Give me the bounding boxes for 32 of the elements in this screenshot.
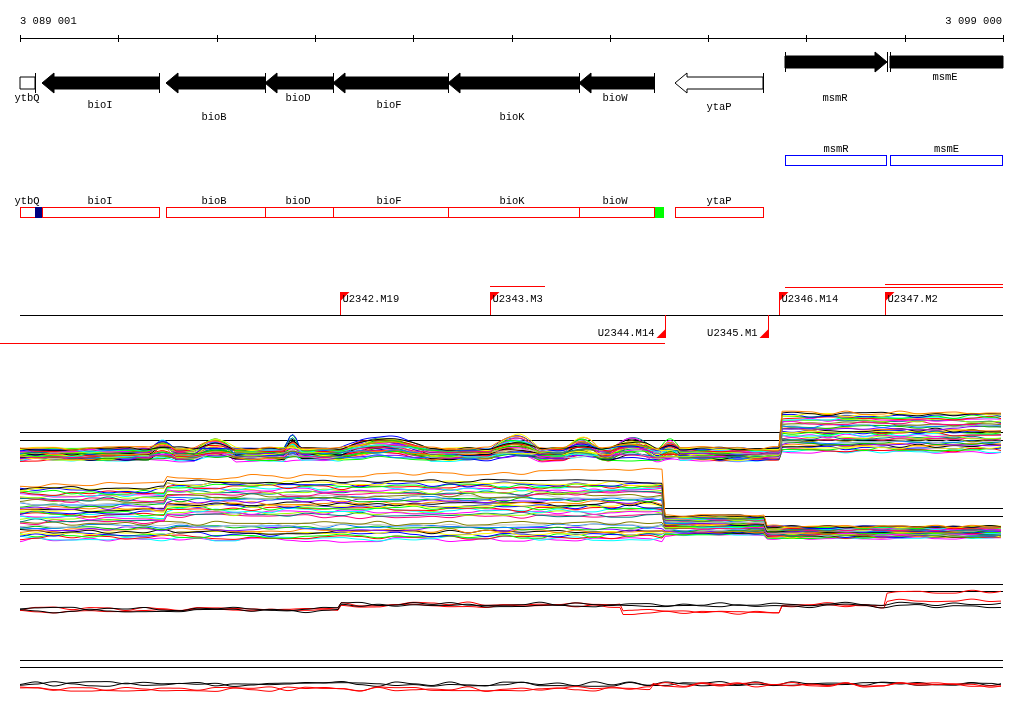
- tu-label: U2345.M1: [707, 327, 758, 339]
- gene-label: bioD: [285, 92, 311, 104]
- gene-label: msmR: [823, 143, 849, 155]
- coordinate-label: 3 089 001: [20, 15, 77, 27]
- tu-label: U2346.M14: [781, 293, 839, 305]
- tu-extent-line: [489, 286, 546, 287]
- gene-label: bioW: [602, 92, 628, 104]
- gene-label: bioB: [201, 111, 227, 123]
- gene-label: bioI: [87, 99, 113, 111]
- tu-flag: [759, 314, 769, 339]
- gene-label: bioB: [201, 195, 227, 207]
- gene-label: bioF: [376, 99, 402, 111]
- gene-label: msmE: [933, 143, 960, 155]
- gene-label: msmR: [822, 92, 848, 104]
- gene-label: ytaP: [706, 195, 732, 207]
- tu-label: U2344.M14: [597, 327, 655, 339]
- gene-label: ytaP: [706, 101, 732, 113]
- gene-label: bioK: [499, 111, 525, 123]
- tu-label: U2343.M3: [492, 293, 543, 305]
- tu-label: U2347.M2: [887, 293, 938, 305]
- tu-label: U2342.M19: [342, 293, 400, 305]
- gene-label: ytbQ: [14, 92, 40, 104]
- gene-label: bioK: [499, 195, 525, 207]
- gene-label: ytbQ: [14, 195, 40, 207]
- gene-label: bioW: [602, 195, 628, 207]
- gene-label: msmE: [932, 71, 958, 83]
- gene-label: bioF: [376, 195, 402, 207]
- tu-flag: [656, 314, 666, 339]
- gene-label: bioD: [285, 195, 311, 207]
- gene-label: bioI: [87, 195, 113, 207]
- coordinate-label: 3 099 000: [945, 15, 1002, 27]
- gene-box: [20, 207, 36, 218]
